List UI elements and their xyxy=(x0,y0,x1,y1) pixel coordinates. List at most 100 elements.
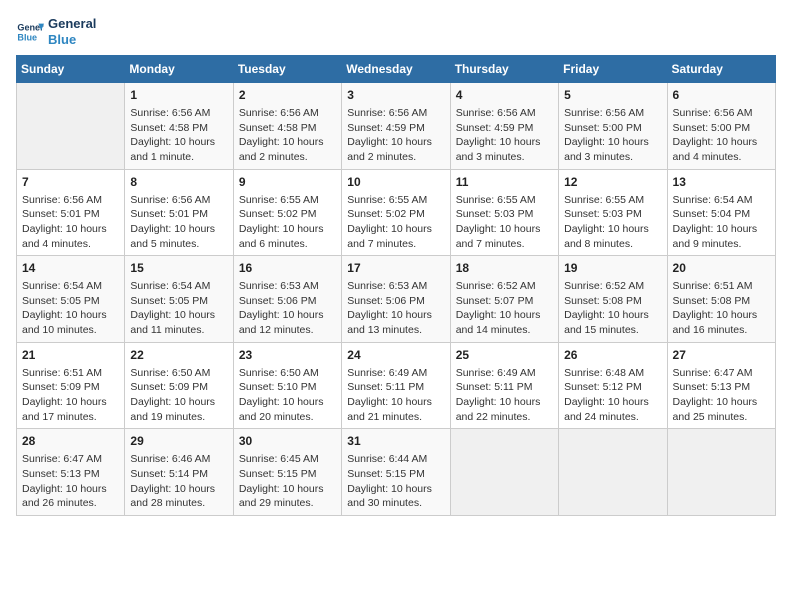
calendar-cell: 3 Sunrise: 6:56 AMSunset: 4:59 PMDaylight… xyxy=(342,83,450,170)
day-number: 13 xyxy=(673,174,770,191)
day-info: Sunrise: 6:54 AMSunset: 5:05 PMDaylight:… xyxy=(130,279,227,338)
calendar-cell: 5Sunrise: 6:56 AMSunset: 5:00 PMDaylight… xyxy=(559,83,667,170)
day-number: 4 xyxy=(456,87,553,104)
calendar-cell: 23 Sunrise: 6:50 AMSunset: 5:10 PMDayligh… xyxy=(233,342,341,429)
day-info: Sunrise: 6:50 AMSunset: 5:10 PMDaylight:… xyxy=(239,366,336,425)
calendar-cell: 10Sunrise: 6:55 AMSunset: 5:02 PMDayligh… xyxy=(342,169,450,256)
day-info: Sunrise: 6:51 AMSunset: 5:08 PMDaylight:… xyxy=(673,279,770,338)
day-number: 20 xyxy=(673,260,770,277)
day-number: 15 xyxy=(130,260,227,277)
day-number: 8 xyxy=(130,174,227,191)
week-row-4: 21Sunrise: 6:51 AMSunset: 5:09 PMDayligh… xyxy=(17,342,776,429)
calendar-cell: 15 Sunrise: 6:54 AMSunset: 5:05 PMDayligh… xyxy=(125,256,233,343)
header-friday: Friday xyxy=(559,56,667,83)
calendar-cell: 2 Sunrise: 6:56 AMSunset: 4:58 PMDaylight… xyxy=(233,83,341,170)
calendar-cell xyxy=(450,429,558,516)
day-info: Sunrise: 6:55 AMSunset: 5:03 PMDaylight:… xyxy=(564,193,661,252)
calendar-cell: 16 Sunrise: 6:53 AMSunset: 5:06 PMDayligh… xyxy=(233,256,341,343)
day-number: 18 xyxy=(456,260,553,277)
day-info: Sunrise: 6:46 AMSunset: 5:14 PMDaylight:… xyxy=(130,452,227,511)
day-info: Sunrise: 6:55 AMSunset: 5:03 PMDaylight:… xyxy=(456,193,553,252)
calendar-cell: 4Sunrise: 6:56 AMSunset: 4:59 PMDaylight… xyxy=(450,83,558,170)
calendar-cell: 17 Sunrise: 6:53 AMSunset: 5:06 PMDayligh… xyxy=(342,256,450,343)
day-number: 27 xyxy=(673,347,770,364)
day-number: 6 xyxy=(673,87,770,104)
logo: General Blue General Blue xyxy=(16,16,96,47)
logo-icon: General Blue xyxy=(16,18,44,46)
header-thursday: Thursday xyxy=(450,56,558,83)
day-info: Sunrise: 6:56 AMSunset: 4:58 PMDaylight:… xyxy=(130,106,227,165)
day-info: Sunrise: 6:53 AMSunset: 5:06 PMDaylight:… xyxy=(239,279,336,338)
calendar-cell: 11 Sunrise: 6:55 AMSunset: 5:03 PMDayligh… xyxy=(450,169,558,256)
calendar-cell: 21Sunrise: 6:51 AMSunset: 5:09 PMDayligh… xyxy=(17,342,125,429)
header-saturday: Saturday xyxy=(667,56,775,83)
day-number: 28 xyxy=(22,433,119,450)
calendar-cell: 8 Sunrise: 6:56 AMSunset: 5:01 PMDaylight… xyxy=(125,169,233,256)
calendar-cell: 28 Sunrise: 6:47 AMSunset: 5:13 PMDayligh… xyxy=(17,429,125,516)
day-info: Sunrise: 6:56 AMSunset: 5:01 PMDaylight:… xyxy=(130,193,227,252)
day-number: 24 xyxy=(347,347,444,364)
day-number: 2 xyxy=(239,87,336,104)
day-info: Sunrise: 6:48 AMSunset: 5:12 PMDaylight:… xyxy=(564,366,661,425)
day-info: Sunrise: 6:56 AMSunset: 5:01 PMDaylight:… xyxy=(22,193,119,252)
calendar-cell: 7 Sunrise: 6:56 AMSunset: 5:01 PMDaylight… xyxy=(17,169,125,256)
svg-text:Blue: Blue xyxy=(17,32,37,42)
week-row-5: 28 Sunrise: 6:47 AMSunset: 5:13 PMDayligh… xyxy=(17,429,776,516)
day-info: Sunrise: 6:47 AMSunset: 5:13 PMDaylight:… xyxy=(673,366,770,425)
calendar-cell: 13 Sunrise: 6:54 AMSunset: 5:04 PMDayligh… xyxy=(667,169,775,256)
day-info: Sunrise: 6:56 AMSunset: 4:59 PMDaylight:… xyxy=(347,106,444,165)
day-info: Sunrise: 6:45 AMSunset: 5:15 PMDaylight:… xyxy=(239,452,336,511)
calendar-cell: 31Sunrise: 6:44 AMSunset: 5:15 PMDayligh… xyxy=(342,429,450,516)
day-info: Sunrise: 6:56 AMSunset: 4:58 PMDaylight:… xyxy=(239,106,336,165)
calendar-cell: 27 Sunrise: 6:47 AMSunset: 5:13 PMDayligh… xyxy=(667,342,775,429)
day-info: Sunrise: 6:55 AMSunset: 5:02 PMDaylight:… xyxy=(239,193,336,252)
day-info: Sunrise: 6:56 AMSunset: 5:00 PMDaylight:… xyxy=(564,106,661,165)
day-number: 26 xyxy=(564,347,661,364)
day-number: 30 xyxy=(239,433,336,450)
day-number: 7 xyxy=(22,174,119,191)
day-number: 31 xyxy=(347,433,444,450)
page-header: General Blue General Blue xyxy=(16,16,776,47)
day-info: Sunrise: 6:50 AMSunset: 5:09 PMDaylight:… xyxy=(130,366,227,425)
calendar-header-row: SundayMondayTuesdayWednesdayThursdayFrid… xyxy=(17,56,776,83)
calendar-cell: 6 Sunrise: 6:56 AMSunset: 5:00 PMDaylight… xyxy=(667,83,775,170)
day-info: Sunrise: 6:52 AMSunset: 5:07 PMDaylight:… xyxy=(456,279,553,338)
day-info: Sunrise: 6:51 AMSunset: 5:09 PMDaylight:… xyxy=(22,366,119,425)
day-number: 17 xyxy=(347,260,444,277)
day-number: 16 xyxy=(239,260,336,277)
day-number: 11 xyxy=(456,174,553,191)
day-number: 12 xyxy=(564,174,661,191)
calendar-cell: 24 Sunrise: 6:49 AMSunset: 5:11 PMDayligh… xyxy=(342,342,450,429)
calendar-cell xyxy=(667,429,775,516)
day-info: Sunrise: 6:49 AMSunset: 5:11 PMDaylight:… xyxy=(347,366,444,425)
calendar-cell xyxy=(559,429,667,516)
day-info: Sunrise: 6:54 AMSunset: 5:04 PMDaylight:… xyxy=(673,193,770,252)
day-number: 14 xyxy=(22,260,119,277)
calendar-cell: 18 Sunrise: 6:52 AMSunset: 5:07 PMDayligh… xyxy=(450,256,558,343)
day-info: Sunrise: 6:49 AMSunset: 5:11 PMDaylight:… xyxy=(456,366,553,425)
calendar-cell: 22 Sunrise: 6:50 AMSunset: 5:09 PMDayligh… xyxy=(125,342,233,429)
calendar-table: SundayMondayTuesdayWednesdayThursdayFrid… xyxy=(16,55,776,516)
day-number: 9 xyxy=(239,174,336,191)
day-number: 29 xyxy=(130,433,227,450)
day-number: 1 xyxy=(130,87,227,104)
day-info: Sunrise: 6:56 AMSunset: 5:00 PMDaylight:… xyxy=(673,106,770,165)
calendar-cell: 9 Sunrise: 6:55 AMSunset: 5:02 PMDaylight… xyxy=(233,169,341,256)
calendar-cell: 19Sunrise: 6:52 AMSunset: 5:08 PMDayligh… xyxy=(559,256,667,343)
header-monday: Monday xyxy=(125,56,233,83)
calendar-cell: 14Sunrise: 6:54 AMSunset: 5:05 PMDayligh… xyxy=(17,256,125,343)
day-info: Sunrise: 6:52 AMSunset: 5:08 PMDaylight:… xyxy=(564,279,661,338)
header-tuesday: Tuesday xyxy=(233,56,341,83)
header-sunday: Sunday xyxy=(17,56,125,83)
day-info: Sunrise: 6:55 AMSunset: 5:02 PMDaylight:… xyxy=(347,193,444,252)
calendar-cell: 20 Sunrise: 6:51 AMSunset: 5:08 PMDayligh… xyxy=(667,256,775,343)
day-number: 23 xyxy=(239,347,336,364)
calendar-cell xyxy=(17,83,125,170)
calendar-cell: 26 Sunrise: 6:48 AMSunset: 5:12 PMDayligh… xyxy=(559,342,667,429)
calendar-cell: 25Sunrise: 6:49 AMSunset: 5:11 PMDayligh… xyxy=(450,342,558,429)
day-info: Sunrise: 6:53 AMSunset: 5:06 PMDaylight:… xyxy=(347,279,444,338)
day-number: 22 xyxy=(130,347,227,364)
day-number: 3 xyxy=(347,87,444,104)
day-info: Sunrise: 6:47 AMSunset: 5:13 PMDaylight:… xyxy=(22,452,119,511)
calendar-cell: 29 Sunrise: 6:46 AMSunset: 5:14 PMDayligh… xyxy=(125,429,233,516)
